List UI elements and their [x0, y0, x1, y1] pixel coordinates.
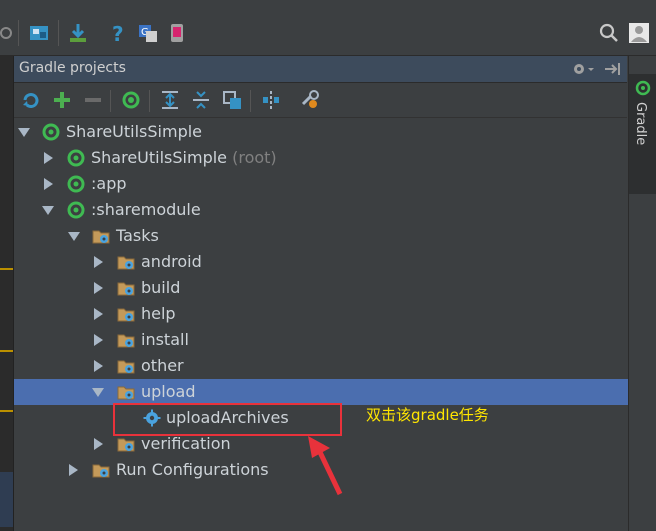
- gradle-toolbar: [14, 83, 627, 118]
- collapse-all-icon[interactable]: [190, 89, 212, 111]
- help-icon[interactable]: ?: [107, 22, 129, 44]
- root-suffix: (root): [232, 148, 277, 167]
- tree-node-label: upload: [141, 382, 196, 401]
- annotation-text: 双击该gradle任务: [366, 406, 489, 424]
- tree-node-label: :sharemodule: [91, 200, 201, 219]
- project-structure-icon[interactable]: [28, 22, 50, 44]
- task-folder-icon: [117, 253, 135, 271]
- task-folder-icon: [92, 461, 110, 479]
- undo-icon[interactable]: [0, 22, 12, 44]
- gutter-marker: [0, 350, 13, 352]
- toolbar-separator: [18, 20, 19, 46]
- expand-all-icon[interactable]: [159, 89, 181, 111]
- editor-gutter: [0, 56, 14, 531]
- offline-icon[interactable]: [260, 89, 282, 111]
- chevron-right-icon[interactable]: [94, 308, 103, 320]
- tree-node-tasks[interactable]: Tasks: [14, 223, 628, 249]
- chevron-down-icon[interactable]: [92, 388, 104, 397]
- chevron-right-icon[interactable]: [94, 256, 103, 268]
- task-folder-icon: [92, 227, 110, 245]
- callout-box: [113, 403, 342, 436]
- task-folder-icon: [117, 279, 135, 297]
- remove-icon[interactable]: [82, 89, 104, 111]
- gradle-icon: [635, 80, 651, 96]
- tree-node-task-group[interactable]: other: [14, 353, 628, 379]
- panel-header: Gradle projects: [14, 56, 627, 83]
- gradle-tab-label: Gradle: [633, 102, 648, 146]
- chevron-down-icon[interactable]: [68, 232, 80, 241]
- tree-node-label: verification: [141, 434, 231, 453]
- toolbar-separator: [250, 90, 251, 112]
- refresh-icon[interactable]: [20, 89, 42, 111]
- task-folder-icon: [117, 383, 135, 401]
- tree-node-label: Tasks: [116, 226, 159, 245]
- tree-node-task-group[interactable]: help: [14, 301, 628, 327]
- gradle-module-icon: [67, 149, 85, 167]
- tree-node-label: android: [141, 252, 202, 271]
- chevron-right-icon[interactable]: [69, 464, 78, 476]
- sdk-manager-icon[interactable]: [67, 22, 89, 44]
- svg-text:?: ?: [112, 22, 124, 44]
- callout-arrow: [308, 436, 343, 496]
- settings-icon[interactable]: [299, 89, 321, 111]
- chevron-down-icon[interactable]: [42, 206, 54, 215]
- tree-node-task-group-selected[interactable]: upload: [14, 379, 628, 405]
- chevron-down-icon[interactable]: [18, 128, 30, 137]
- search-icon[interactable]: [598, 22, 620, 44]
- toolbar-separator: [58, 20, 59, 46]
- tree-node-label: install: [141, 330, 189, 349]
- tree-node-label: Run Configurations: [116, 460, 269, 479]
- device-monitor-icon[interactable]: [167, 22, 189, 44]
- chevron-right-icon[interactable]: [94, 334, 103, 346]
- main-toolbar: ? G: [0, 0, 656, 56]
- tree-node-label: ShareUtilsSimple (root): [91, 148, 277, 167]
- gear-icon[interactable]: [570, 60, 596, 78]
- avatar[interactable]: [628, 22, 650, 44]
- translate-icon[interactable]: G: [137, 22, 159, 44]
- gradle-module-icon: [67, 175, 85, 193]
- tree-node-task-group[interactable]: install: [14, 327, 628, 353]
- tree-node-root-module[interactable]: ShareUtilsSimple (root): [14, 145, 628, 171]
- gradle-project-icon: [42, 123, 60, 141]
- hide-icon[interactable]: [602, 60, 622, 78]
- tree-node-sharemodule[interactable]: :sharemodule: [14, 197, 628, 223]
- task-folder-icon: [117, 435, 135, 453]
- link-icon[interactable]: [221, 89, 243, 111]
- tree-node-label: :app: [91, 174, 127, 193]
- tree-node-task-group[interactable]: build: [14, 275, 628, 301]
- chevron-right-icon[interactable]: [94, 438, 103, 450]
- gutter-marker: [0, 268, 13, 270]
- execute-task-icon[interactable]: [120, 89, 142, 111]
- tree-node-root[interactable]: ShareUtilsSimple: [14, 119, 628, 145]
- task-folder-icon: [117, 357, 135, 375]
- tree-node-label: help: [141, 304, 176, 323]
- gutter-marker: [0, 410, 13, 412]
- toolbar-separator: [110, 90, 111, 112]
- chevron-right-icon[interactable]: [44, 178, 53, 190]
- task-folder-icon: [117, 305, 135, 323]
- chevron-right-icon[interactable]: [44, 152, 53, 164]
- gutter-highlight: [0, 472, 13, 527]
- task-folder-icon: [117, 331, 135, 349]
- right-tool-window-bar: Gradle: [628, 56, 656, 531]
- gradle-module-icon: [67, 201, 85, 219]
- tree-node-label: other: [141, 356, 184, 375]
- tree-node-label: ShareUtilsSimple: [66, 122, 203, 141]
- chevron-right-icon[interactable]: [94, 360, 103, 372]
- chevron-right-icon[interactable]: [94, 282, 103, 294]
- panel-title: Gradle projects: [19, 60, 126, 76]
- tree-node-label: build: [141, 278, 181, 297]
- add-icon[interactable]: [51, 89, 73, 111]
- tree-node-task-group[interactable]: android: [14, 249, 628, 275]
- gradle-tool-tab[interactable]: Gradle: [629, 74, 656, 194]
- toolbar-separator: [149, 90, 150, 112]
- tree-node-app[interactable]: :app: [14, 171, 628, 197]
